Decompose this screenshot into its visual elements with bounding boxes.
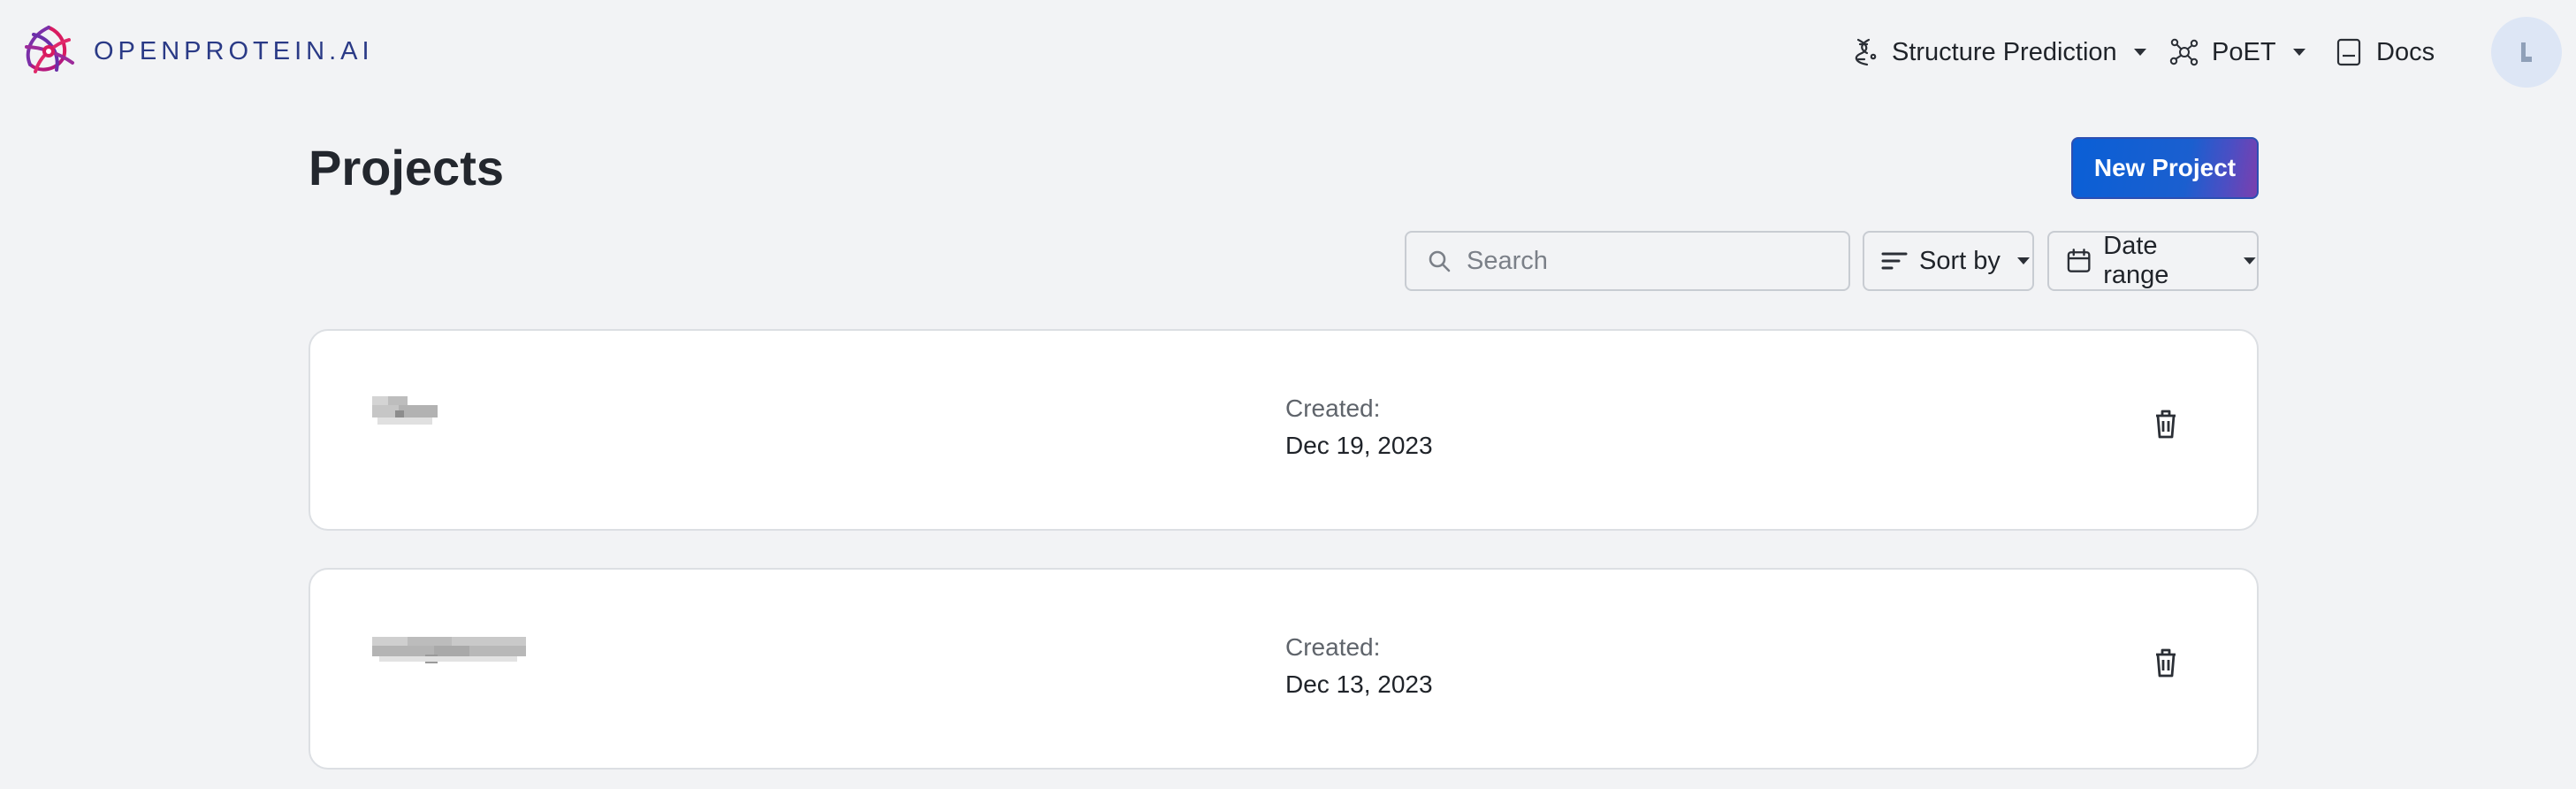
- brand-home-link[interactable]: OPENPROTEIN.AI: [21, 24, 374, 79]
- nav-poet-label: PoET: [2212, 37, 2276, 66]
- nav-structure-prediction[interactable]: Structure Prediction: [1849, 0, 2147, 104]
- created-date: Dec 19, 2023: [1285, 432, 1433, 459]
- brand-name: OPENPROTEIN.AI: [94, 36, 374, 65]
- user-avatar-button[interactable]: [2491, 17, 2562, 88]
- avatar-initial-icon: [2521, 42, 2532, 62]
- delete-trash-icon[interactable]: [2153, 647, 2179, 678]
- date-range-label: Date range: [2103, 232, 2169, 289]
- created-label: Created:: [1285, 633, 1381, 661]
- search-icon: [1429, 250, 1451, 272]
- nav-docs-label: Docs: [2376, 37, 2435, 66]
- nav-poet[interactable]: PoET: [2169, 0, 2306, 104]
- search-box[interactable]: [1405, 231, 1850, 291]
- molecule-icon: [2169, 38, 2199, 66]
- openprotein-logo-icon: [25, 26, 74, 73]
- calendar-icon: [2067, 249, 2091, 272]
- chevron-down-icon: [2292, 49, 2305, 56]
- redacted-project-name: [372, 396, 438, 425]
- document-icon: [2336, 38, 2361, 66]
- created-label: Created:: [1285, 394, 1381, 422]
- sort-by-dropdown[interactable]: Sort by: [1863, 231, 2034, 291]
- sort-by-label: Sort by: [1919, 246, 2001, 275]
- page-title: Projects: [309, 140, 504, 195]
- created-date: Dec 13, 2023: [1285, 670, 1433, 698]
- nav-structure-prediction-label: Structure Prediction: [1892, 37, 2117, 66]
- chevron-down-icon: [2244, 257, 2257, 264]
- top-navigation-bar: OPENPROTEIN.AI Structure Prediction PoET…: [0, 0, 2576, 104]
- new-project-button[interactable]: New Project: [2071, 137, 2259, 199]
- sort-lines-icon: [1881, 252, 1908, 270]
- search-input[interactable]: [1465, 245, 1836, 277]
- redacted-project-name: [372, 637, 526, 663]
- date-range-dropdown[interactable]: Date range: [2047, 231, 2259, 291]
- nav-docs[interactable]: Docs: [2334, 0, 2435, 104]
- chevron-down-icon: [2016, 257, 2030, 264]
- chevron-down-icon: [2133, 49, 2146, 56]
- project-card[interactable]: Created: Dec 13, 2023: [309, 568, 2259, 770]
- dna-structure-icon: [1855, 38, 1877, 66]
- delete-trash-icon[interactable]: [2153, 408, 2179, 440]
- project-card[interactable]: Created: Dec 19, 2023: [309, 329, 2259, 531]
